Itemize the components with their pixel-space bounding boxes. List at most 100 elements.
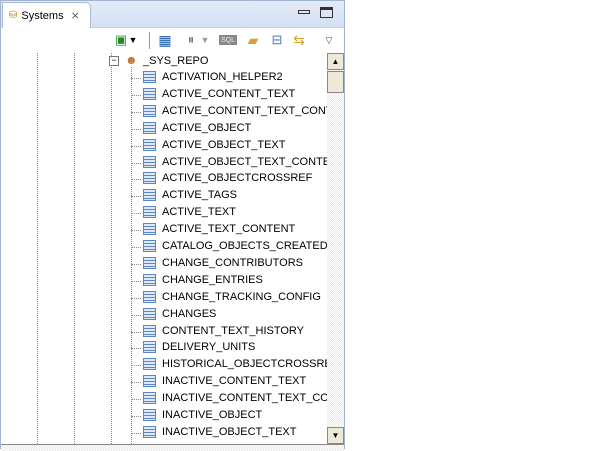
maximize-button[interactable] [320, 7, 333, 18]
tree-item-table[interactable]: CHANGE_ENTRIES [1, 273, 327, 290]
tree-item-table[interactable]: INACTIVE_CONTENT_TEXT [1, 374, 327, 391]
table-label: ACTIVE_OBJECT_TEXT [162, 138, 286, 151]
tree-item-table[interactable]: ACTIVE_OBJECT_TEXT [1, 138, 327, 155]
link-with-editor-icon[interactable]: ⇆ [291, 32, 307, 48]
table-icon [143, 375, 156, 388]
table-icon [143, 71, 156, 83]
tree-connector [131, 263, 141, 265]
tree-item-table[interactable]: INACTIVE_CONTENT_TEXT_CONT [1, 391, 327, 408]
table-icon [143, 358, 156, 371]
table-label: CHANGE_CONTRIBUTORS [162, 256, 303, 269]
table-icon [143, 223, 156, 236]
schema-label: _SYS_REPO [143, 55, 209, 67]
table-label: INACTIVE_CONTENT_TEXT [162, 375, 307, 388]
tree-connector [131, 314, 141, 316]
table-icon [143, 104, 156, 117]
scroll-down-button[interactable]: ▼ [327, 427, 344, 444]
tree-item-table[interactable]: ACTIVE_OBJECTCROSSREF [1, 171, 327, 188]
add-system-icon[interactable]: ▣ [113, 32, 129, 48]
table-label: ACTIVE_CONTENT_TEXT_CONTEN [162, 104, 327, 117]
user-schema-icon: ☻ [125, 53, 138, 67]
tree-node-schema[interactable]: − ☻ _SYS_REPO [1, 53, 327, 70]
tree-connector [131, 416, 141, 417]
chevron-down-icon[interactable]: ▼ [129, 32, 138, 48]
table-label: CHANGE_ENTRIES [162, 273, 263, 286]
tree-item-table[interactable]: INACTIVE_OBJECT [1, 408, 327, 425]
table-label: CHANGE_TRACKING_CONFIG [162, 290, 321, 303]
tree-item-table[interactable]: ACTIVATION_HELPER2 [1, 70, 327, 87]
tree-item-table[interactable]: CONTENT_TEXT_HISTORY [1, 324, 327, 341]
table-label: CHANGES [162, 307, 217, 320]
tree-connector [131, 331, 141, 333]
tree-item-table[interactable]: CHANGE_CONTRIBUTORS [1, 256, 327, 273]
table-label: ACTIVE_TEXT_CONTENT [162, 223, 296, 236]
tree-connector [131, 78, 141, 79]
table-label: ACTIVE_OBJECT_TEXT_CONTENT [162, 155, 327, 168]
tree-connector [131, 179, 141, 181]
table-icon [143, 172, 156, 185]
tree-item-table[interactable]: HISTORICAL_OBJECTCROSSREF [1, 357, 327, 374]
open-folder-icon[interactable]: ▰ [245, 32, 261, 48]
table-icon [143, 324, 156, 337]
chevron-down-icon[interactable]: ▼ [201, 32, 210, 48]
tree-connector [131, 196, 141, 198]
table-icon [143, 425, 156, 438]
tree-item-table[interactable]: ACTIVE_CONTENT_TEXT [1, 87, 327, 104]
tab-systems[interactable]: ⛁ Systems ⨯ [2, 2, 91, 28]
tools-icon[interactable]: ⏸ [183, 32, 199, 48]
table-label: INACTIVE_OBJECT_TEXT [162, 425, 297, 438]
table-label: CATALOG_OBJECTS_CREATED_BY [162, 240, 327, 252]
tree-connector [131, 247, 141, 248]
tree-connector [131, 297, 141, 299]
view-toolbar: ▣ ▼ ▦ ⏸ ▼ SQL ▰ ⊟ ⇆ ▽ [1, 29, 344, 53]
tree-item-table[interactable]: ACTIVE_TEXT_CONTENT [1, 222, 327, 239]
table-label: ACTIVE_OBJECT [162, 121, 252, 134]
tree-connector [131, 280, 141, 282]
scroll-up-button[interactable]: ▲ [327, 53, 344, 70]
vertical-scrollbar[interactable]: ▲ ▼ [327, 53, 344, 444]
tree-connector [131, 94, 141, 96]
table-icon [143, 307, 156, 320]
table-icon [143, 290, 156, 303]
table-icon [143, 206, 156, 219]
monitor-icon[interactable]: ▦ [157, 32, 173, 48]
scroll-thumb[interactable] [327, 71, 344, 93]
minimize-button[interactable] [298, 10, 310, 14]
tree-item-table[interactable]: INACTIVE_OBJECT_TEXT [1, 425, 327, 442]
tree-item-table[interactable]: ACTIVE_TEXT [1, 205, 327, 222]
table-label: CONTENT_TEXT_HISTORY [162, 324, 305, 337]
tree-item-table[interactable]: CHANGE_TRACKING_CONFIG [1, 290, 327, 307]
collapse-all-icon[interactable]: ⊟ [269, 32, 285, 48]
tree-connector [131, 213, 141, 215]
table-icon [143, 87, 156, 100]
tree-item-table[interactable]: CATALOG_OBJECTS_CREATED_BY [1, 239, 327, 256]
table-label: DELIVERY_UNITS [162, 341, 256, 354]
table-label: ACTIVATION_HELPER2 [162, 71, 283, 83]
table-icon [143, 138, 156, 151]
view-menu-icon[interactable]: ▽ [321, 32, 337, 48]
sql-console-icon[interactable]: SQL [219, 35, 237, 45]
tree-connector [131, 162, 141, 164]
view-tab-bar: ⛁ Systems ⨯ [1, 1, 344, 28]
tree-connector [131, 348, 141, 350]
table-icon [143, 256, 156, 269]
collapse-toggle-icon[interactable]: − [109, 56, 119, 66]
table-label: ACTIVE_TAGS [162, 189, 237, 202]
table-label: ACTIVE_CONTENT_TEXT [162, 87, 296, 100]
tree-item-table[interactable]: CHANGES [1, 307, 327, 324]
tree-item-table[interactable]: ACTIVE_OBJECT [1, 121, 327, 138]
tree-connector [131, 432, 141, 434]
tree-item-table[interactable]: ACTIVE_TAGS [1, 188, 327, 205]
tree-item-table[interactable]: ACTIVE_CONTENT_TEXT_CONTEN [1, 104, 327, 121]
table-icon [143, 155, 156, 168]
tab-label: Systems [21, 9, 64, 22]
tree-connector [131, 382, 141, 384]
tree-item-table[interactable]: DELIVERY_UNITS [1, 340, 327, 357]
table-icon [143, 273, 156, 286]
horizontal-scrollbar[interactable] [1, 444, 344, 451]
close-icon[interactable]: ⨯ [71, 9, 80, 22]
table-icon [143, 392, 156, 405]
tree-connector [131, 399, 141, 401]
tree-item-table[interactable]: ACTIVE_OBJECT_TEXT_CONTENT [1, 155, 327, 172]
tree-connector [131, 230, 141, 232]
